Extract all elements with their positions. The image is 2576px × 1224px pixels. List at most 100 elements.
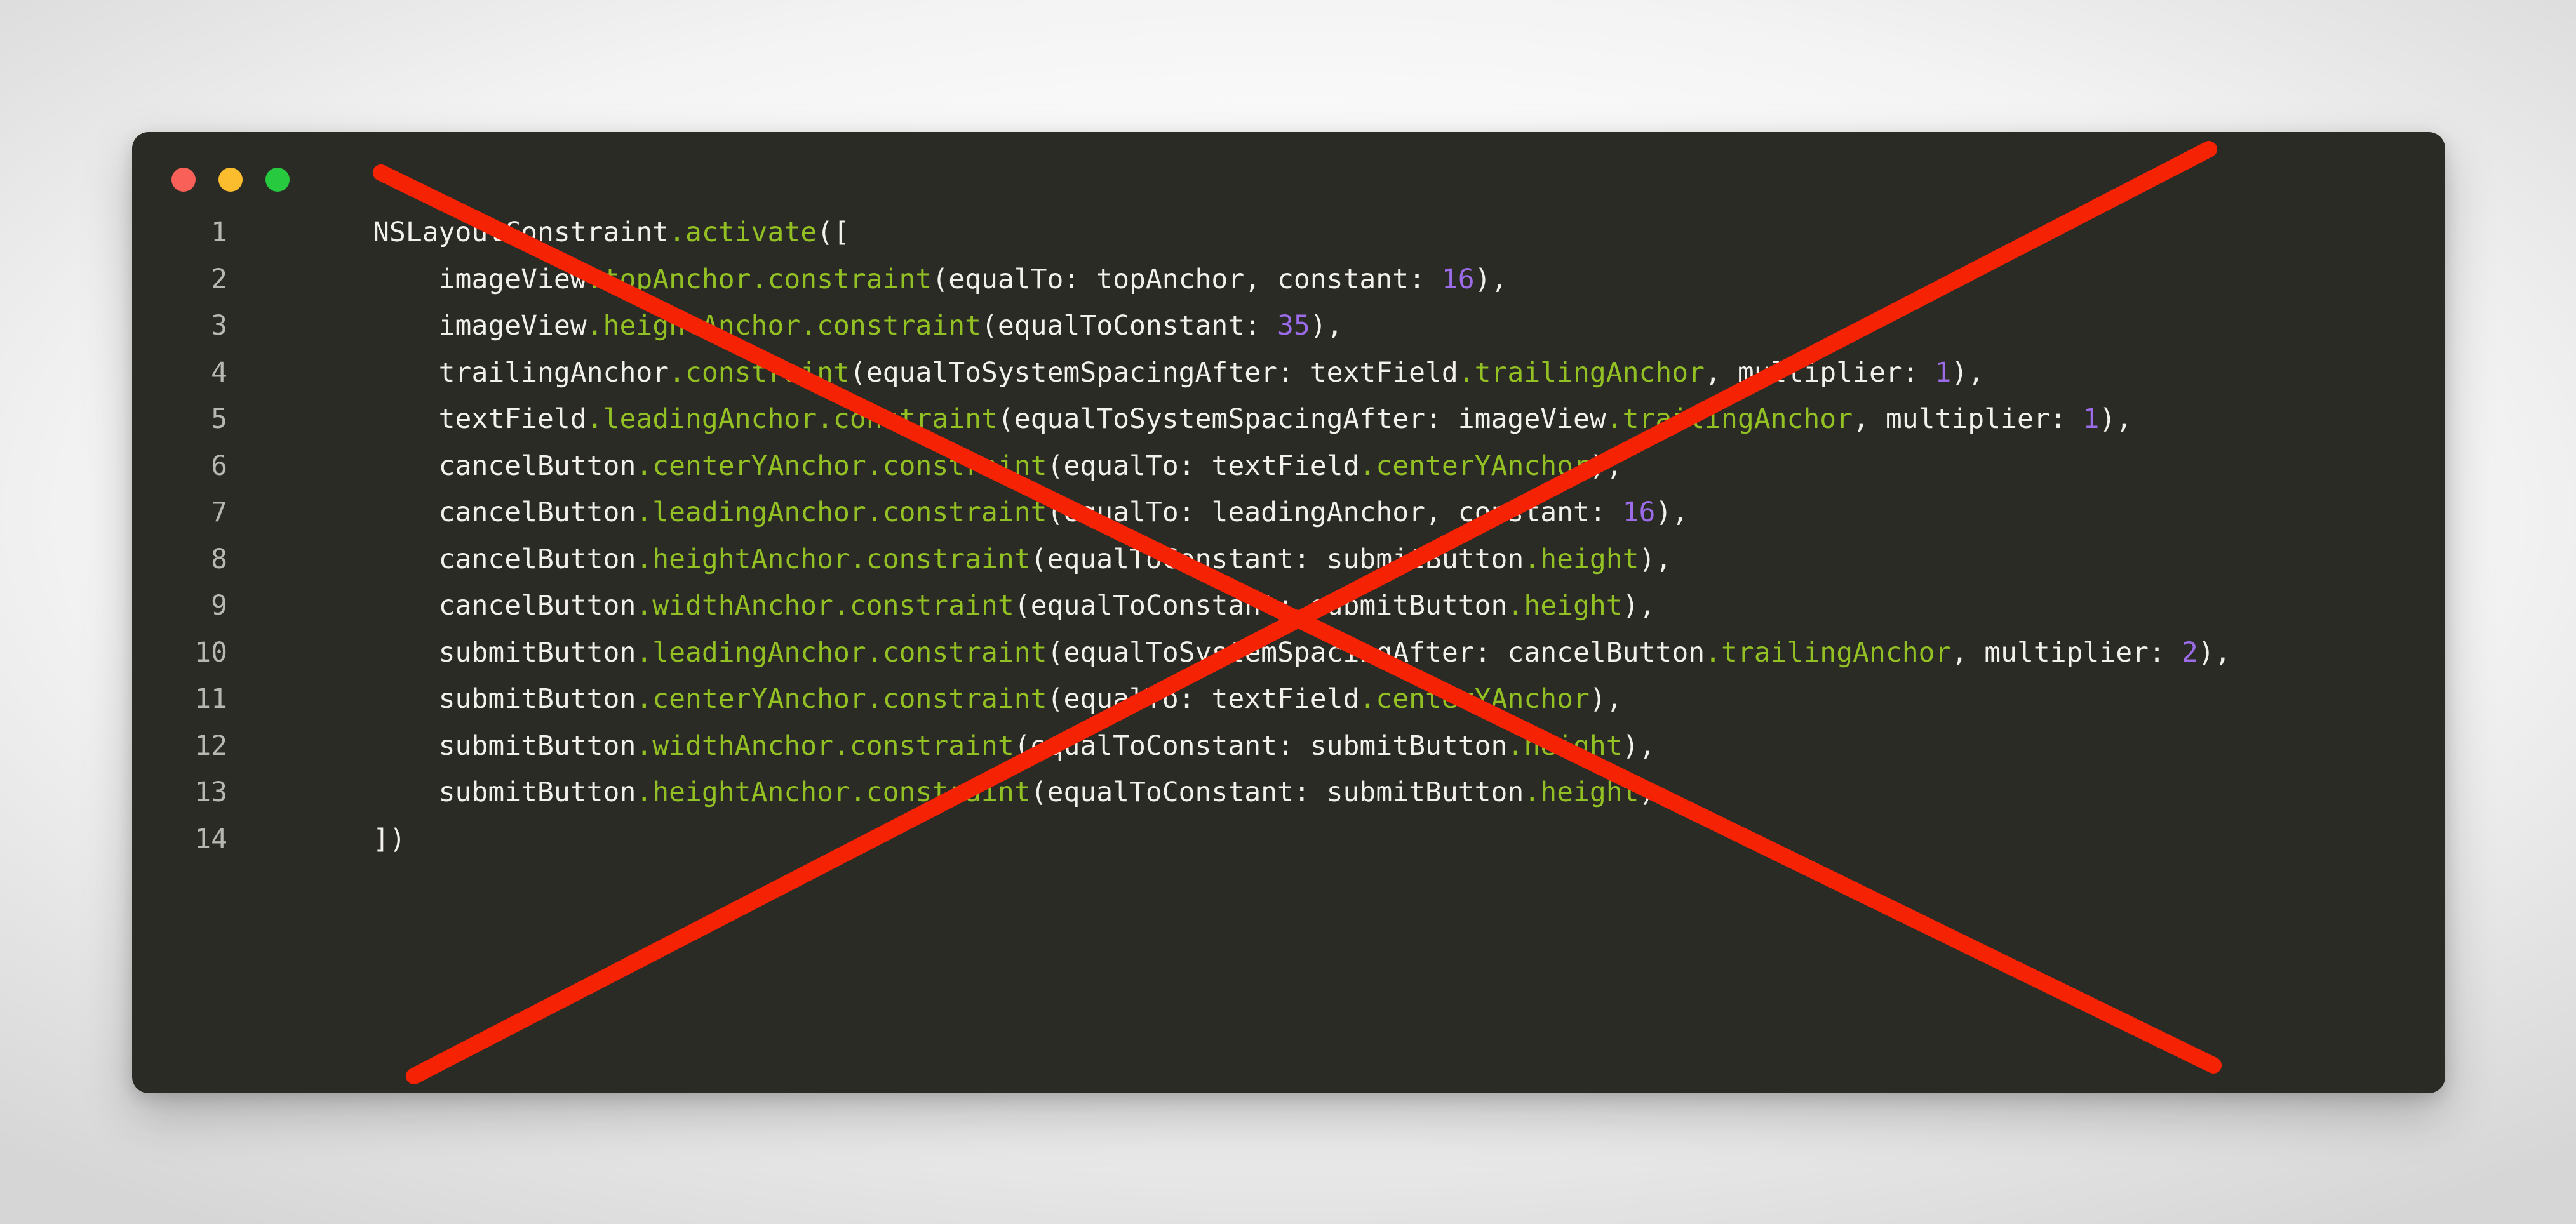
code-token-method: .heightAnchor.constraint [636, 776, 1031, 808]
line-number: 2 [211, 263, 227, 295]
code-line[interactable]: 9 cancelButton.widthAnchor.constraint(eq… [132, 583, 2445, 630]
code-line[interactable]: 11 submitButton.centerYAnchor.constraint… [132, 676, 2445, 723]
code-token-plain: cancelButton [241, 590, 636, 622]
code-token-plain: cancelButton [241, 449, 636, 482]
code-token-plain: (equalToConstant: submitButton [1030, 543, 1524, 575]
code-token-num: 35 [1277, 310, 1310, 342]
code-token-plain: ), [1622, 590, 1656, 622]
code-token-method: .activate [669, 216, 817, 248]
code-token-plain: submitButton [241, 636, 636, 669]
code-token-plain: ([ [817, 216, 850, 248]
line-number: 14 [194, 823, 227, 855]
code-token-method: .heightAnchor.constraint [586, 310, 981, 342]
code-token-plain: submitButton [241, 776, 636, 808]
code-token-plain: cancelButton [241, 543, 636, 575]
code-line[interactable]: 2 imageView.topAnchor.constraint(equalTo… [132, 256, 2445, 303]
code-line-text: cancelButton.widthAnchor.constraint(equa… [241, 590, 1656, 622]
code-token-method: .centerYAnchor [1359, 683, 1590, 715]
code-line[interactable]: 10 submitButton.leadingAnchor.constraint… [132, 630, 2445, 677]
code-token-num: 1 [1935, 356, 1952, 389]
line-number: 3 [211, 310, 227, 342]
code-token-plain: (equalTo: topAnchor, constant: [932, 263, 1442, 295]
traffic-light-buttons [171, 168, 290, 192]
code-line[interactable]: 13 submitButton.heightAnchor.constraint(… [132, 769, 2445, 816]
code-token-plain: ), [1639, 543, 1672, 575]
code-line[interactable]: 5 textField.leadingAnchor.constraint(equ… [132, 396, 2445, 443]
code-token-method: .leadingAnchor.constraint [636, 496, 1047, 528]
code-token-method: .leadingAnchor.constraint [636, 636, 1047, 669]
code-token-plain: (equalToSystemSpacingAfter: imageView [997, 403, 1606, 435]
code-token-plain: (equalToSystemSpacingAfter: cancelButton [1047, 636, 1705, 669]
line-number: 13 [194, 776, 227, 808]
code-line[interactable]: 8 cancelButton.heightAnchor.constraint(e… [132, 536, 2445, 583]
line-number: 12 [194, 729, 227, 762]
code-token-plain: , multiplier: [1951, 636, 2182, 669]
code-line[interactable]: 3 imageView.heightAnchor.constraint(equa… [132, 303, 2445, 350]
code-token-method: .centerYAnchor.constraint [636, 683, 1047, 715]
code-line-text: ]) [241, 823, 406, 855]
code-token-method: .widthAnchor.constraint [636, 590, 1014, 622]
line-number: 11 [194, 683, 227, 715]
line-number: 9 [211, 590, 227, 622]
code-token-plain: imageView [241, 310, 587, 342]
code-token-method: .constraint [669, 356, 850, 389]
code-token-method: .topAnchor.constraint [586, 263, 932, 295]
code-token-plain: ), [1310, 310, 1343, 342]
code-token-plain: ), [1655, 496, 1689, 528]
code-token-num: 1 [2083, 403, 2100, 435]
code-token-plain: (equalToConstant: submitButton [1014, 729, 1508, 762]
code-token-plain: ), [1474, 263, 1508, 295]
code-token-plain: imageView [241, 263, 587, 295]
code-line[interactable]: 6 cancelButton.centerYAnchor.constraint(… [132, 443, 2445, 490]
code-token-plain: trailingAnchor [241, 356, 669, 389]
code-window: 1 NSLayoutConstraint.activate([2 imageVi… [132, 132, 2445, 1093]
code-token-method: .centerYAnchor.constraint [636, 449, 1047, 482]
minimize-window-button[interactable] [218, 168, 243, 192]
code-line[interactable]: 4 trailingAnchor.constraint(equalToSyste… [132, 350, 2445, 397]
code-line[interactable]: 1 NSLayoutConstraint.activate([ [132, 210, 2445, 256]
code-line-text: NSLayoutConstraint.activate([ [241, 216, 850, 248]
code-token-method: .trailingAnchor [1606, 403, 1853, 435]
code-token-plain: (equalToSystemSpacingAfter: textField [849, 356, 1458, 389]
code-token-plain: ) [1639, 776, 1656, 808]
line-number: 8 [211, 543, 227, 575]
code-token-plain: (equalTo: textField [1047, 449, 1360, 482]
code-token-method: .trailingAnchor [1458, 356, 1705, 389]
code-token-plain: ), [1589, 683, 1623, 715]
code-line-text: cancelButton.heightAnchor.constraint(equ… [241, 543, 1672, 575]
code-line-text: submitButton.heightAnchor.constraint(equ… [241, 776, 1656, 808]
code-token-num: 2 [2181, 636, 2198, 669]
code-line[interactable]: 7 cancelButton.leadingAnchor.constraint(… [132, 489, 2445, 536]
code-token-plain: (equalToConstant: submitButton [1030, 776, 1524, 808]
code-token-plain: ]) [241, 823, 406, 855]
code-line[interactable]: 12 submitButton.widthAnchor.constraint(e… [132, 723, 2445, 770]
line-number: 5 [211, 403, 227, 435]
window-titlebar [132, 132, 2445, 203]
code-token-plain: submitButton [241, 729, 636, 762]
code-line[interactable]: 14 ]) [132, 816, 2445, 863]
code-token-method: .centerYAnchor [1359, 449, 1590, 482]
code-line-text: submitButton.widthAnchor.constraint(equa… [241, 729, 1656, 762]
code-token-method: .widthAnchor.constraint [636, 729, 1014, 762]
code-token-method: .height [1524, 543, 1639, 575]
code-token-plain: submitButton [241, 683, 636, 715]
code-token-plain: textField [241, 403, 587, 435]
code-line-text: submitButton.centerYAnchor.constraint(eq… [241, 683, 1623, 715]
zoom-window-button[interactable] [265, 168, 290, 192]
code-token-plain: (equalTo: textField [1047, 683, 1360, 715]
code-token-plain: (equalToConstant: [981, 310, 1277, 342]
code-line-text: imageView.heightAnchor.constraint(equalT… [241, 310, 1343, 342]
code-token-plain: (equalToConstant: submitButton [1014, 590, 1508, 622]
close-window-button[interactable] [171, 168, 196, 192]
code-editor-content[interactable]: 1 NSLayoutConstraint.activate([2 imageVi… [132, 210, 2445, 863]
code-token-method: .height [1507, 729, 1623, 762]
code-token-plain: NSLayoutConstraint [241, 216, 669, 248]
line-number: 10 [194, 636, 227, 669]
code-token-num: 16 [1441, 263, 1475, 295]
code-token-method: .height [1524, 776, 1639, 808]
code-token-plain: ), [2099, 403, 2133, 435]
page-root: 1 NSLayoutConstraint.activate([2 imageVi… [0, 0, 2576, 1224]
code-token-plain: ), [1622, 729, 1656, 762]
code-line-text: submitButton.leadingAnchor.constraint(eq… [241, 637, 2231, 669]
code-token-plain: ), [1951, 356, 1985, 389]
